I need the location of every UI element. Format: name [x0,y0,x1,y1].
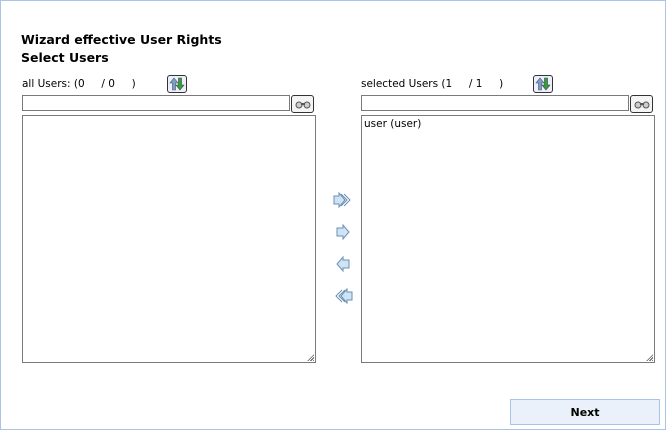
all-users-search-input[interactable] [22,95,290,111]
page-title: Wizard effective User Rights [21,32,222,47]
double-arrow-right-icon [333,192,351,208]
page-subtitle: Select Users [21,50,109,65]
resize-grip[interactable] [646,354,653,361]
selected-users-search-input[interactable] [361,95,629,111]
all-users-list[interactable] [22,115,316,363]
remove-button[interactable] [332,254,354,274]
double-arrow-left-icon [335,288,353,304]
selected-users-find-button[interactable] [630,95,653,113]
add-button[interactable] [332,222,354,242]
add-all-button[interactable] [332,190,354,210]
resize-grip[interactable] [307,354,314,361]
selected-users-sort-button[interactable] [533,75,553,93]
sort-up-down-icon [535,77,551,91]
selected-users-label: selected Users (1 / 1 ) [361,78,504,90]
arrow-right-icon [336,224,350,240]
all-users-label: all Users: (0 / 0 ) [22,78,136,90]
arrow-left-icon [336,256,350,272]
binoculars-icon [295,101,310,109]
selected-users-list[interactable]: user (user) [361,115,655,363]
list-item[interactable]: user (user) [364,118,652,130]
remove-all-button[interactable] [332,286,354,306]
all-users-find-button[interactable] [291,95,314,113]
all-users-sort-button[interactable] [167,75,187,93]
sort-up-down-icon [169,77,185,91]
next-button[interactable]: Next [510,399,660,425]
binoculars-icon [634,101,649,109]
